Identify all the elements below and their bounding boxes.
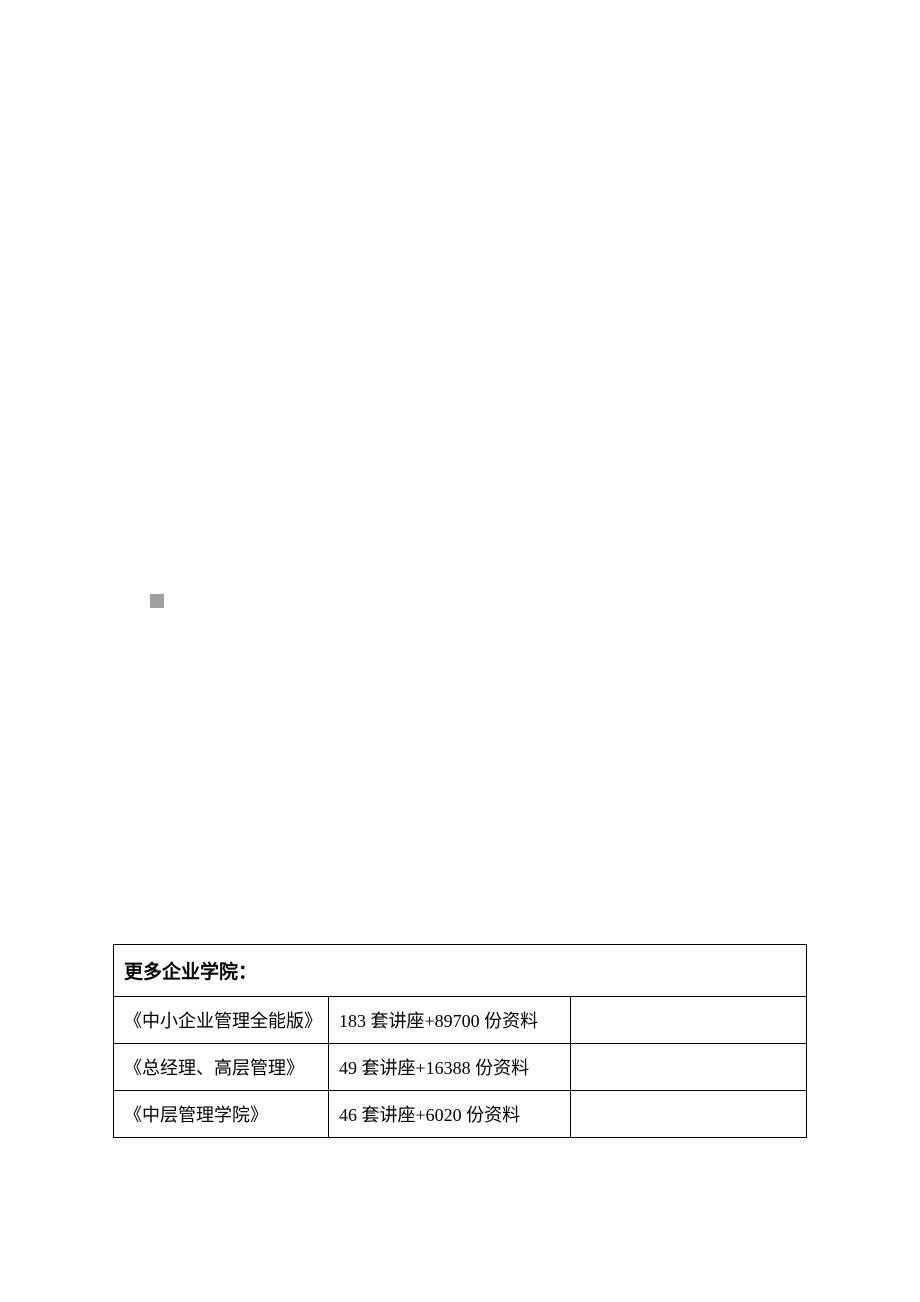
institute-name: 《总经理、高层管理》 bbox=[114, 1044, 329, 1090]
empty-cell bbox=[571, 1091, 806, 1137]
institute-detail: 46 套讲座+6020 份资料 bbox=[329, 1091, 571, 1137]
table-row: 《总经理、高层管理》 49 套讲座+16388 份资料 bbox=[114, 1044, 806, 1091]
institute-detail: 49 套讲座+16388 份资料 bbox=[329, 1044, 571, 1090]
table-header: 更多企业学院： bbox=[114, 945, 806, 997]
institute-detail: 183 套讲座+89700 份资料 bbox=[329, 997, 571, 1043]
table-row: 《中小企业管理全能版》 183 套讲座+89700 份资料 bbox=[114, 997, 806, 1044]
institute-name: 《中层管理学院》 bbox=[114, 1091, 329, 1137]
table-row: 《中层管理学院》 46 套讲座+6020 份资料 bbox=[114, 1091, 806, 1137]
empty-cell bbox=[571, 1044, 806, 1090]
decorative-square bbox=[150, 594, 164, 608]
institute-name: 《中小企业管理全能版》 bbox=[114, 997, 329, 1043]
empty-cell bbox=[571, 997, 806, 1043]
institute-table: 更多企业学院： 《中小企业管理全能版》 183 套讲座+89700 份资料 《总… bbox=[113, 944, 807, 1138]
